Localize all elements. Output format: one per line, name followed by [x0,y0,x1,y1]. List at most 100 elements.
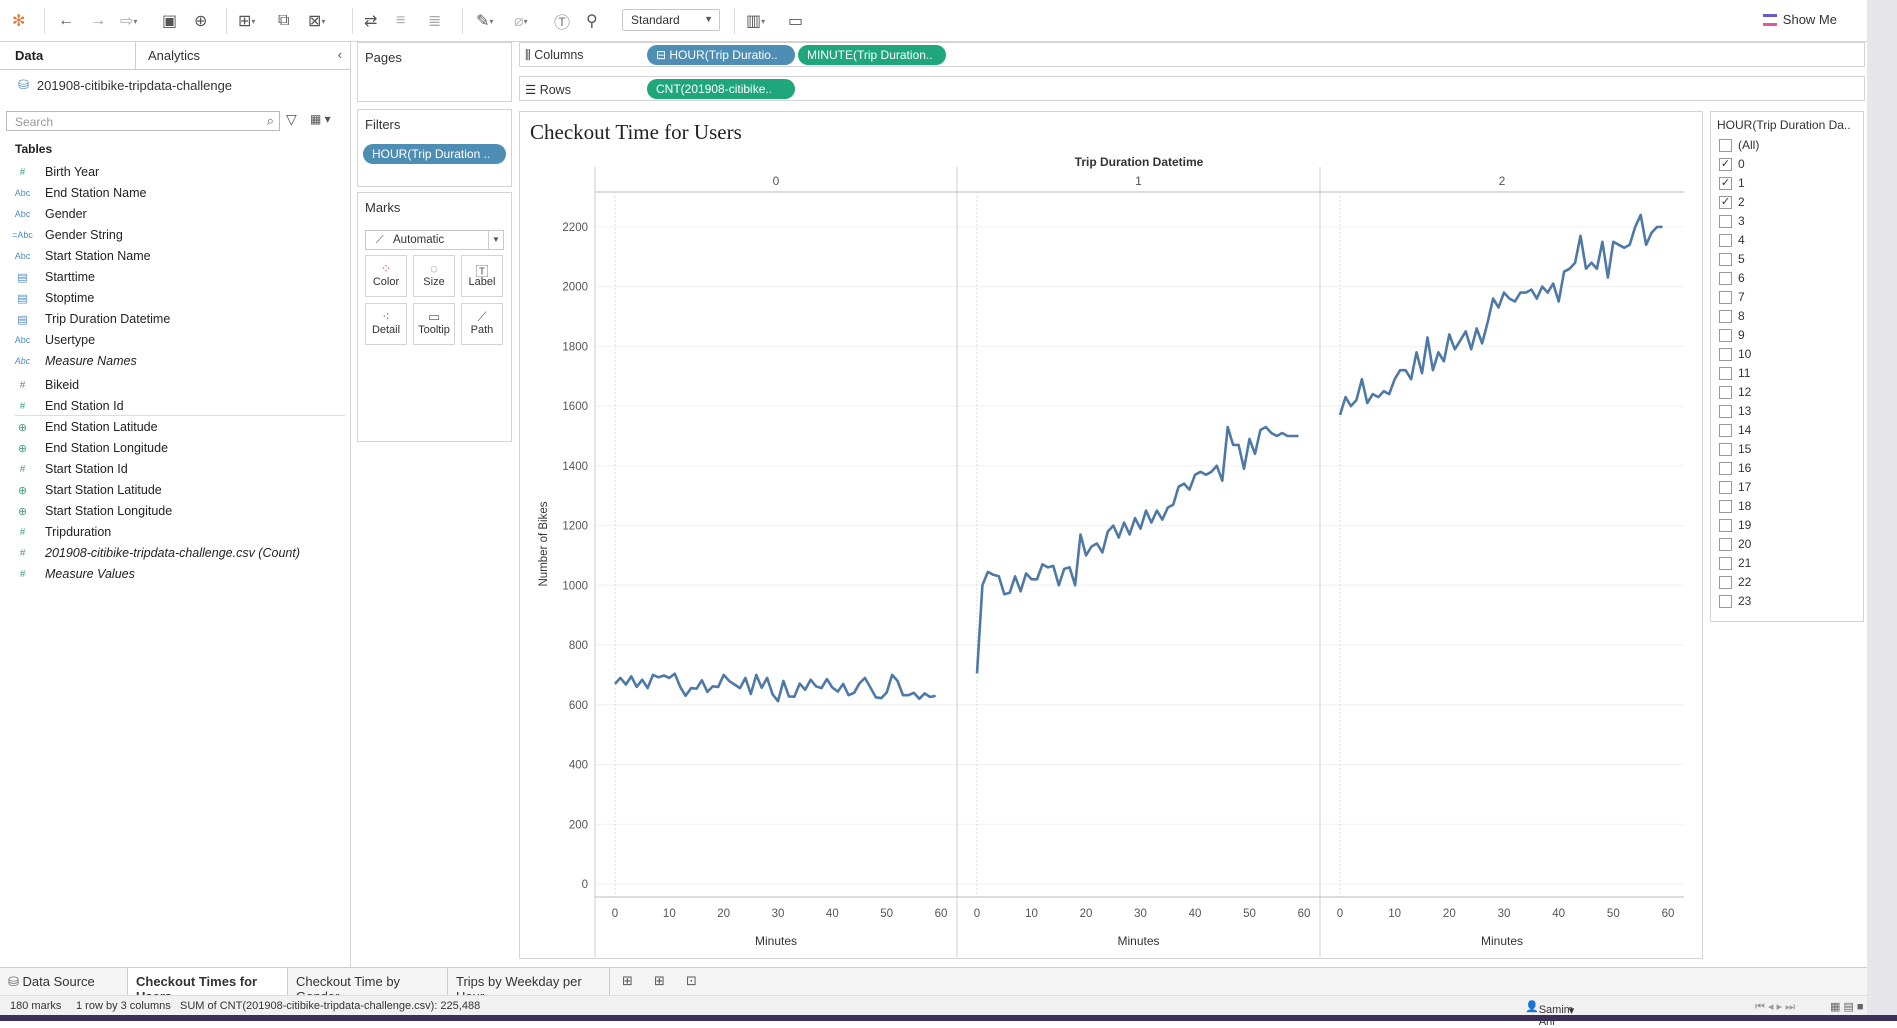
new-story-icon[interactable]: ⊡ [686,973,697,989]
field-item[interactable]: # Measure Values [0,564,345,584]
field-item[interactable]: #201908-citibike-tripdata-challenge.csv … [0,543,345,563]
filter-card-item[interactable]: 6 [1719,269,1745,287]
field-item[interactable]: Abc Usertype [0,330,345,350]
highlight-icon[interactable]: ✎ ▾ [476,10,493,32]
filter-pill-hour[interactable]: HOUR(Trip Duration .. [363,144,506,164]
checkbox[interactable] [1719,328,1732,342]
show-me-button[interactable]: Show Me [1762,12,1837,27]
undo-icon[interactable]: ← [58,10,74,32]
filter-card-item[interactable]: ✓ 0 [1719,155,1745,173]
checkbox[interactable] [1719,233,1732,247]
checkbox[interactable] [1719,461,1732,475]
filter-card-item[interactable]: 23 [1719,592,1751,610]
field-item[interactable]: ⊕ Start Station Latitude [0,480,345,500]
column-pill-minute[interactable]: MINUTE(Trip Duration.. [798,45,946,65]
column-pill-hour[interactable]: ⊟ HOUR(Trip Duratio.. [647,45,795,65]
filter-card-item[interactable]: 21 [1719,554,1751,572]
filter-card-item[interactable]: 18 [1719,497,1751,515]
filter-card-item[interactable]: 20 [1719,535,1751,553]
new-dashboard-icon[interactable]: ⊞ [654,973,665,989]
checkbox[interactable] [1719,537,1732,551]
filters-shelf[interactable]: Filters HOUR(Trip Duration .. [357,109,512,187]
save-icon[interactable]: ▣ [162,10,177,32]
path-button[interactable]: ⟋ Path [461,303,503,345]
filter-card-item[interactable]: 9 [1719,326,1745,344]
filter-card-item[interactable]: 7 [1719,288,1745,306]
show-cards-icon[interactable]: ▥ ▾ [746,10,765,32]
group-icon[interactable]: ⌀ ▾ [514,10,528,32]
duplicate-sheet-icon[interactable]: ⧉ [278,10,289,32]
new-worksheet-icon[interactable]: ⊞ [622,973,633,989]
field-item[interactable]: Abc Measure Names [0,351,345,371]
sort-descending-icon[interactable]: ≣ [428,10,441,32]
filter-card-item[interactable]: 16 [1719,459,1751,477]
field-item[interactable]: # End Station Id [0,396,345,416]
field-item[interactable]: ⊕ End Station Longitude [0,438,345,458]
replay-icon[interactable]: ⇨ ▾ [120,10,137,32]
tab-checkout-time-by-gender[interactable]: Checkout Time by Gender [288,968,448,1004]
field-item[interactable]: # Tripduration [0,522,345,542]
tab-data-source[interactable]: ⛁ Data Source [0,968,128,995]
checkbox[interactable] [1719,423,1732,437]
search-input[interactable]: Search ⌕ [6,111,280,131]
filter-card-item[interactable]: 4 [1719,231,1745,249]
filter-card-item[interactable]: 5 [1719,250,1745,268]
checkbox[interactable] [1719,594,1732,608]
checkbox[interactable] [1719,518,1732,532]
filter-card-item[interactable]: 17 [1719,478,1751,496]
collapse-pane-icon[interactable]: ‹ [338,47,342,62]
new-worksheet-icon[interactable]: ⊞ ▾ [238,10,255,32]
tab-data[interactable]: Data [15,48,43,63]
filter-card-item[interactable]: 13 [1719,402,1751,420]
checkbox[interactable]: ✓ [1719,195,1732,209]
swap-axes-icon[interactable]: ⇄ [364,10,377,32]
checkbox[interactable] [1719,556,1732,570]
filter-card-item[interactable]: 19 [1719,516,1751,534]
field-item[interactable]: ▤ Trip Duration Datetime [0,309,345,329]
sheet-navigation-icons[interactable]: ⏮ ◂ ▸ ⏭ [1755,1000,1795,1014]
filter-fields-icon[interactable]: ▽ [286,111,297,128]
color-button[interactable]: ⁘ Color [365,255,407,297]
checkbox[interactable] [1719,309,1732,323]
detail-button[interactable]: ⁖ Detail [365,303,407,345]
checkbox[interactable] [1719,575,1732,589]
view-size-select[interactable]: Standard ▼ [622,9,720,31]
tab-checkout-times-for-users[interactable]: Checkout Times for Users [128,968,288,1004]
pages-shelf[interactable]: Pages [357,42,512,102]
checkbox[interactable]: ✓ [1719,157,1732,171]
checkbox[interactable] [1719,385,1732,399]
new-datasource-icon[interactable]: ⊕ [194,10,207,32]
tab-trips-by-weekday-per-hour[interactable]: Trips by Weekday per Hour [448,968,610,1004]
checkbox[interactable] [1719,404,1732,418]
checkbox[interactable] [1719,271,1732,285]
show-labels-icon[interactable]: Ⓣ [554,10,570,32]
checkbox[interactable]: ✓ [1719,176,1732,190]
line-chart[interactable]: Trip Duration Datetime0 1 2020040060080010… [520,112,1704,960]
checkbox[interactable] [1719,366,1732,380]
filter-card-item[interactable]: (All) [1719,136,1759,154]
row-pill-count[interactable]: CNT(201908-citibike.. [647,79,795,99]
checkbox[interactable] [1719,499,1732,513]
filter-card-item[interactable]: 22 [1719,573,1751,591]
filter-card-item[interactable]: ✓ 2 [1719,193,1745,211]
sort-ascending-icon[interactable]: ≡ [396,10,405,32]
checkbox[interactable] [1719,138,1732,152]
field-item[interactable]: =Abc Gender String [0,225,345,245]
filter-card-item[interactable]: 14 [1719,421,1751,439]
tableau-logo-icon[interactable]: ✻ [12,10,25,32]
field-item[interactable]: ▤ Starttime [0,267,345,287]
columns-shelf[interactable]: ⫼ Columns ⊟ HOUR(Trip Duratio.. MINUTE(T… [519,42,1865,67]
checkbox[interactable] [1719,214,1732,228]
field-item[interactable]: ⊕ End Station Latitude [0,417,345,437]
checkbox[interactable] [1719,442,1732,456]
field-item[interactable]: ▤ Stoptime [0,288,345,308]
filter-card-item[interactable]: ✓ 1 [1719,174,1745,192]
rows-shelf[interactable]: ☰ Rows CNT(201908-citibike.. [519,76,1865,101]
checkbox[interactable] [1719,290,1732,304]
redo-icon[interactable]: → [90,10,106,32]
field-item[interactable]: ⊕ Start Station Longitude [0,501,345,521]
field-item[interactable]: # Birth Year [0,162,345,182]
field-item[interactable]: Abc Gender [0,204,345,224]
checkbox[interactable] [1719,480,1732,494]
field-item[interactable]: Abc Start Station Name [0,246,345,266]
